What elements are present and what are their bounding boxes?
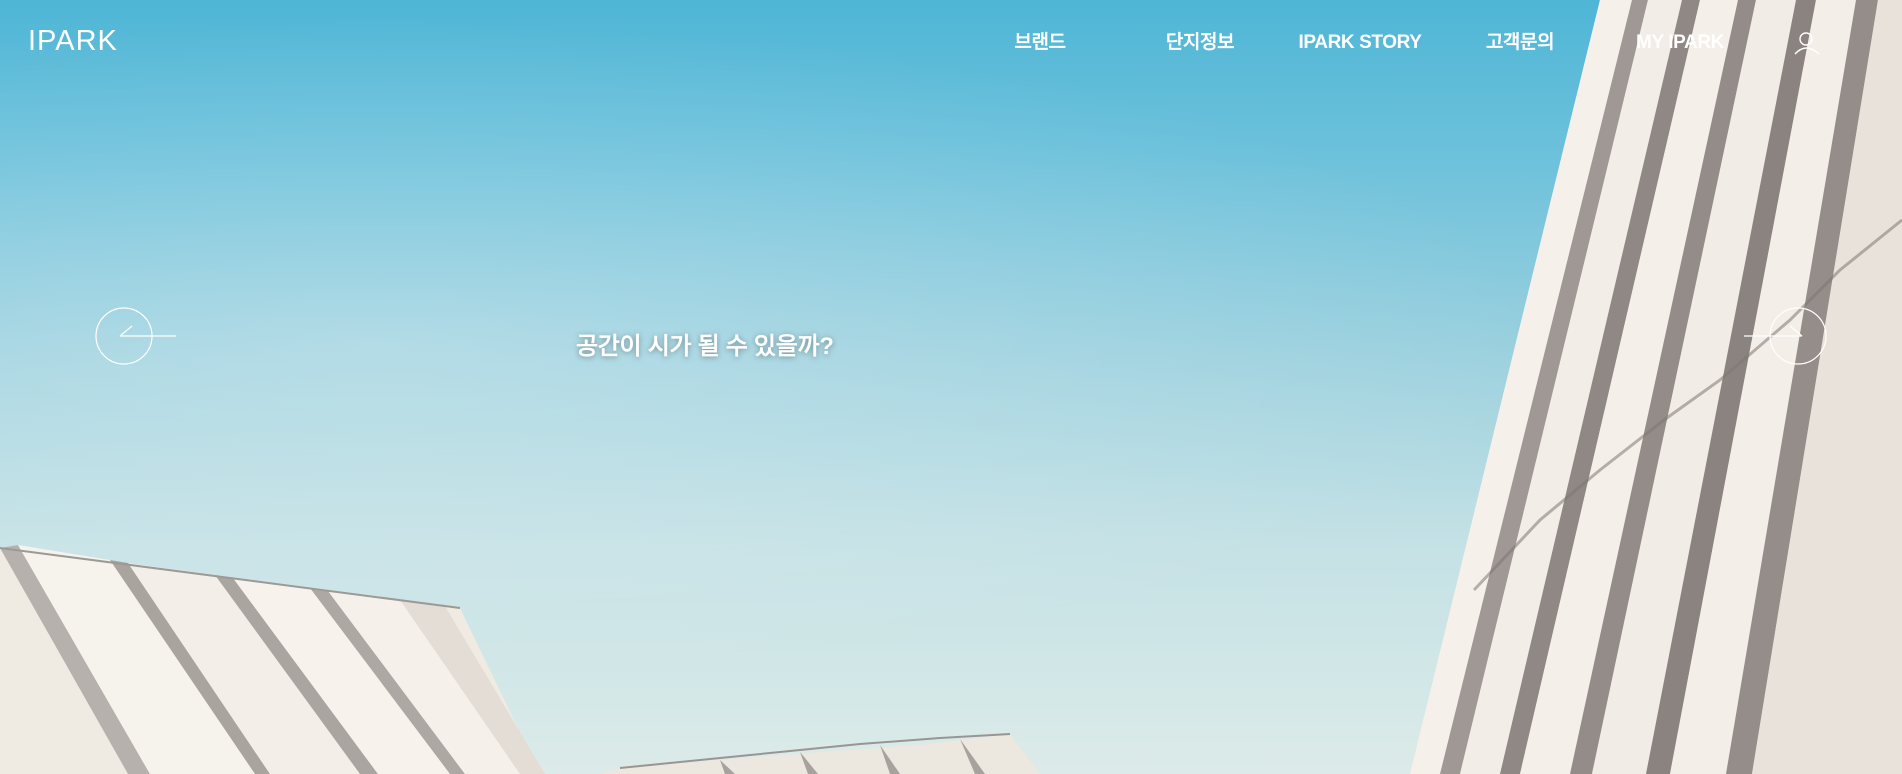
nav-item-my-ipark[interactable]: MY IPARK xyxy=(1636,30,1724,56)
building-image xyxy=(0,0,1902,774)
nav-item-complex-info[interactable]: 단지정보 xyxy=(1166,30,1235,56)
nav-item-brand[interactable]: 브랜드 xyxy=(1014,30,1066,56)
left-building xyxy=(0,545,1040,774)
hero-banner: IPARK 브랜드 단지정보 IPARK STORY 고객문의 MY IPARK… xyxy=(0,0,1902,774)
right-building xyxy=(1410,0,1902,774)
arrow-right-icon[interactable] xyxy=(1742,306,1832,366)
nav-item-ipark-story[interactable]: IPARK STORY xyxy=(1299,30,1422,56)
site-header: IPARK 브랜드 단지정보 IPARK STORY 고객문의 MY IPARK xyxy=(0,0,1902,86)
search-icon[interactable] xyxy=(1792,28,1822,58)
hero-headline: 공간이 시가 될 수 있을까? xyxy=(576,333,834,360)
nav-item-customer-inquiry[interactable]: 고객문의 xyxy=(1486,30,1555,56)
main-nav: 브랜드 단지정보 IPARK STORY 고객문의 MY IPARK xyxy=(0,0,1902,86)
arrow-left-icon[interactable] xyxy=(94,306,184,366)
